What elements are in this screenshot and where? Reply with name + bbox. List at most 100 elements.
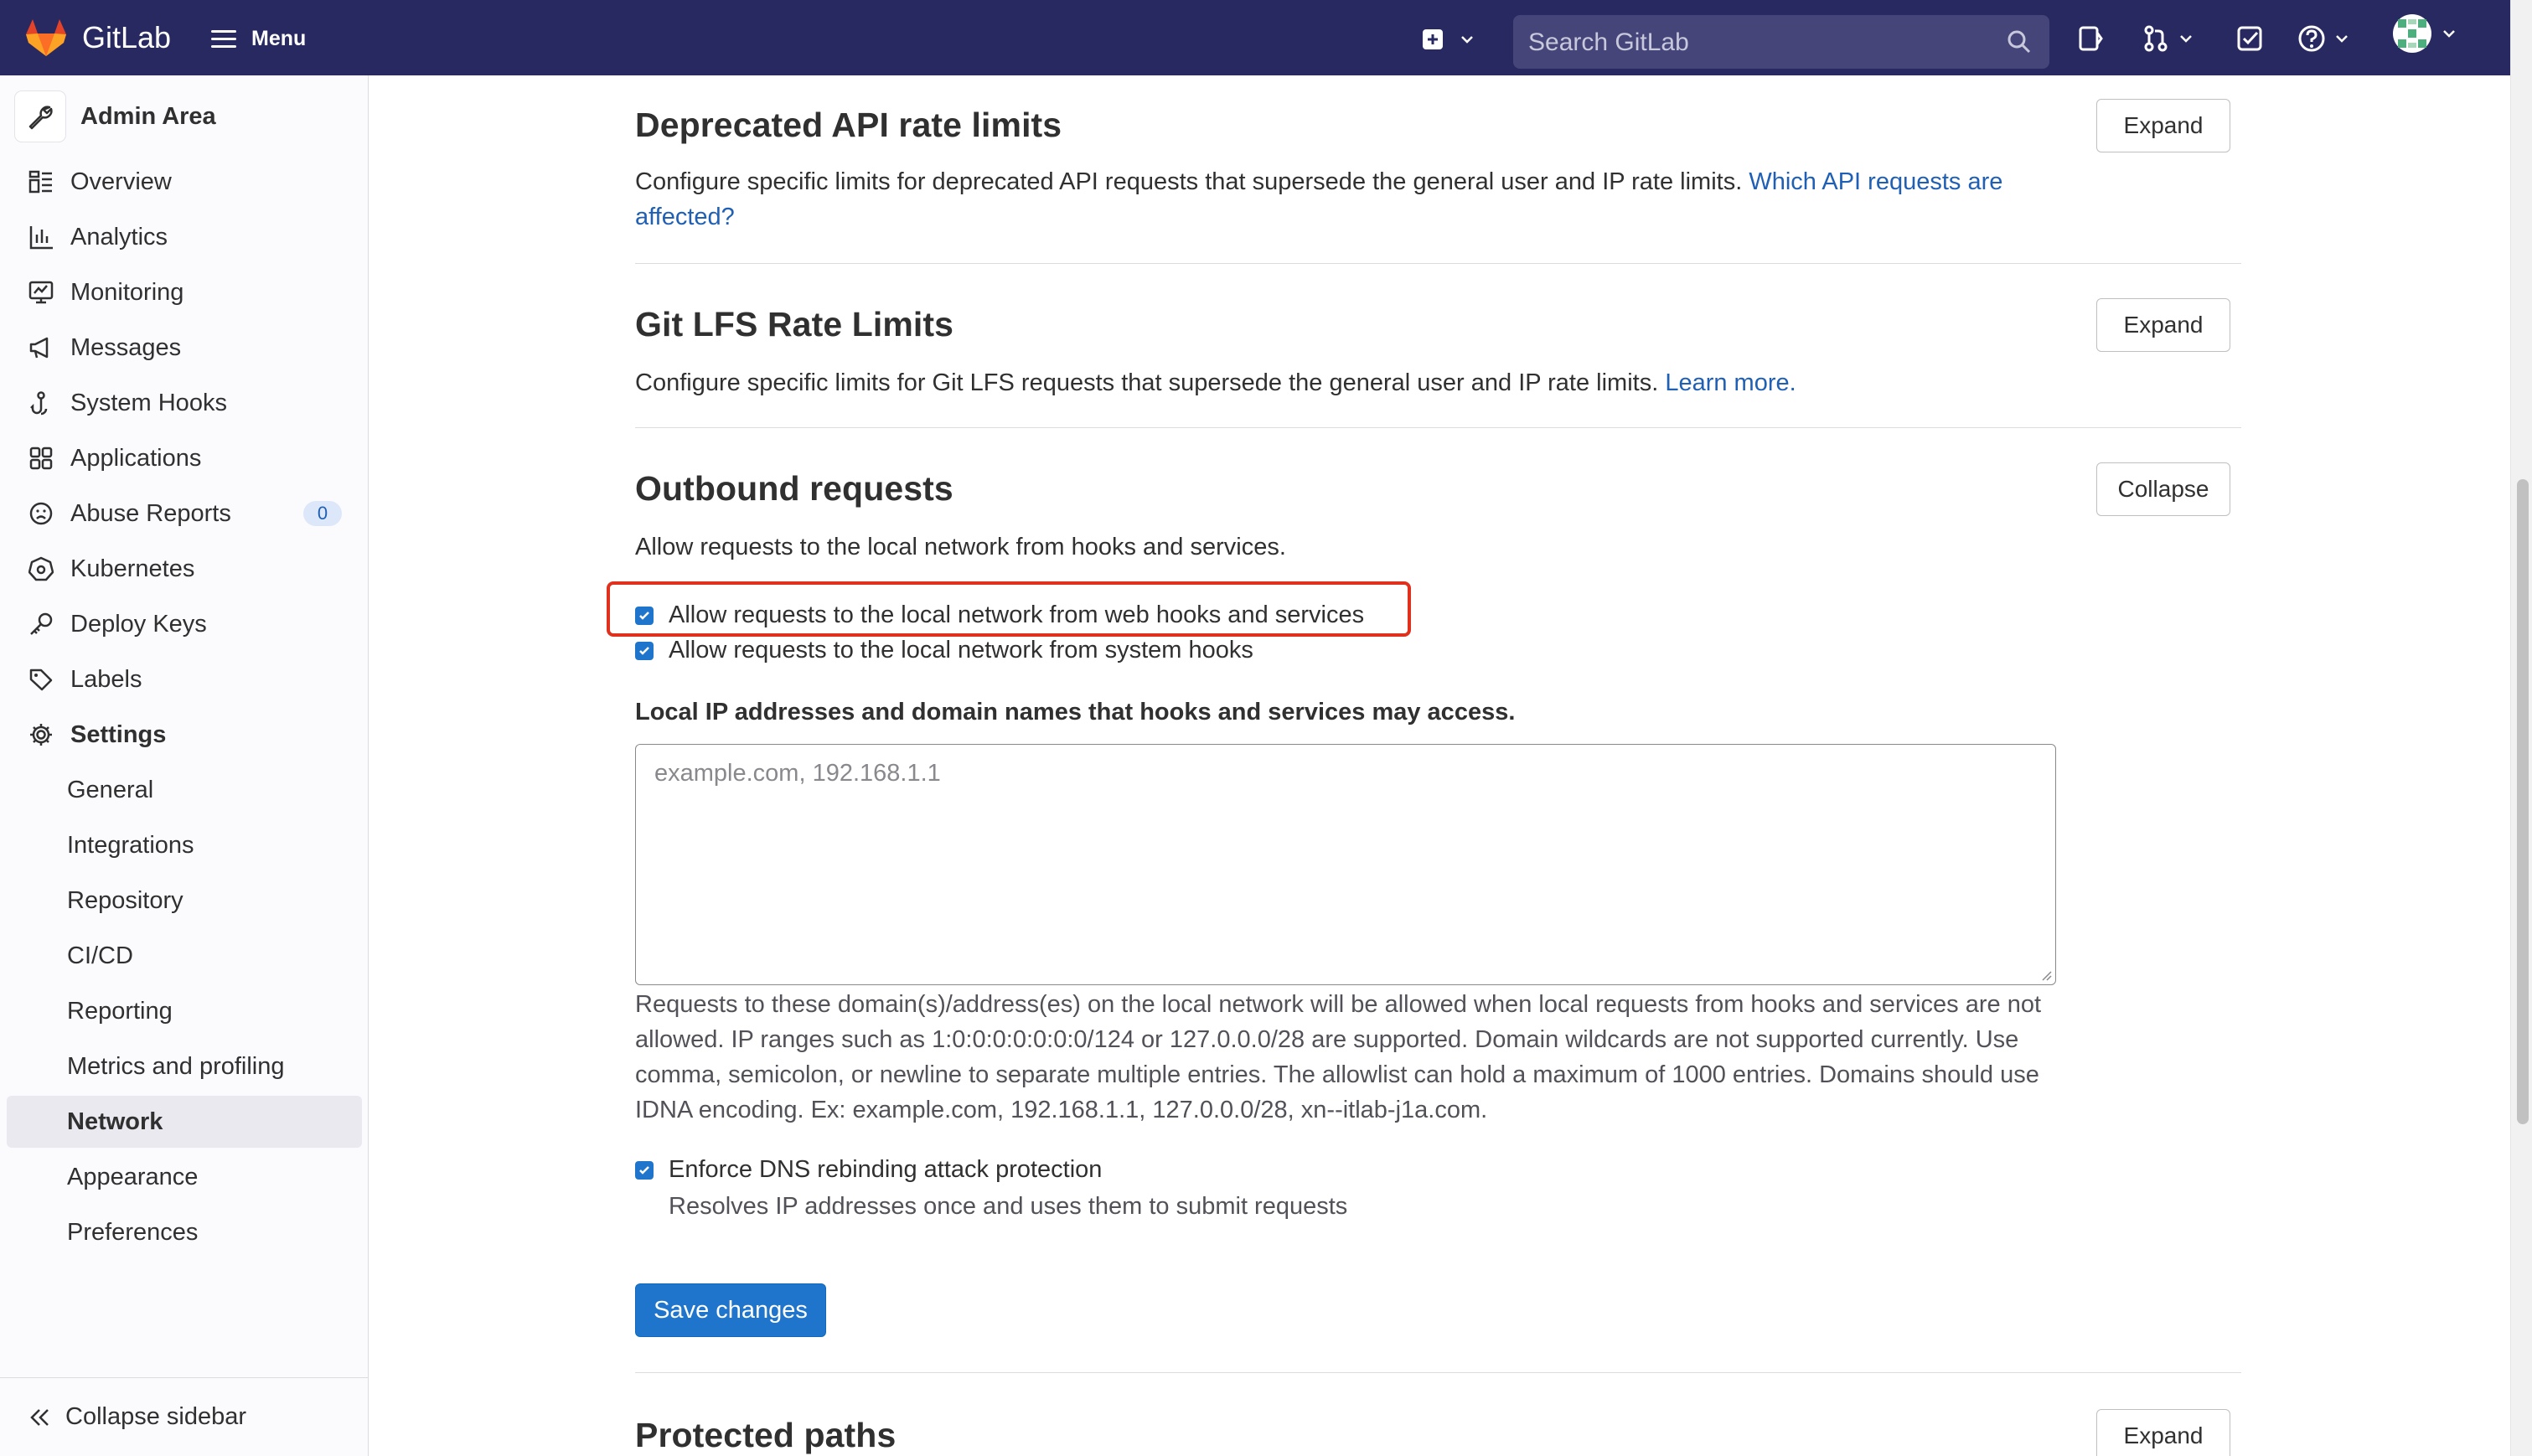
chevron-down-icon [1461, 36, 1473, 44]
sidebar-subitem-preferences[interactable]: Preferences [7, 1206, 362, 1258]
sidebar-item-deploy-keys[interactable]: Deploy Keys [7, 598, 362, 650]
sidebar-item-label: Analytics [70, 223, 168, 250]
sidebar-item-label: Messages [70, 333, 182, 361]
abuse-count-badge: 0 [303, 501, 342, 526]
sidebar-item-label: Applications [70, 444, 202, 472]
menu-button[interactable]: Menu [211, 22, 306, 55]
sidebar-item-analytics[interactable]: Analytics [7, 211, 362, 263]
sidebar-subitem-general[interactable]: General [7, 764, 362, 816]
sidebar-item-settings[interactable]: Settings [7, 709, 362, 761]
sidebar-item-overview[interactable]: Overview [7, 156, 362, 208]
sidebar-item-label: Labels [70, 665, 142, 693]
search-input[interactable]: Search GitLab [1513, 15, 2049, 69]
search-placeholder: Search GitLab [1528, 28, 1689, 56]
sidebar-item-label: Deploy Keys [70, 610, 207, 638]
allowlist-help-text: Requests to these domain(s)/address(es) … [635, 991, 2042, 1123]
sidebar-item-kubernetes[interactable]: Kubernetes [7, 543, 362, 595]
admin-sidebar: Admin Area Overview Analytics Monitoring… [0, 75, 369, 1456]
allow-system-hooks-checkbox-row[interactable]: Allow requests to the local network from… [635, 637, 1253, 664]
top-navbar: GitLab Menu Search GitLab [0, 0, 2510, 75]
sidebar-subitem-repository[interactable]: Repository [7, 875, 362, 927]
issues-icon [2079, 26, 2103, 51]
avatar [2393, 14, 2431, 53]
messages-icon [27, 333, 55, 362]
checkbox-checked[interactable] [635, 606, 654, 625]
sidebar-item-monitoring[interactable]: Monitoring [7, 266, 362, 318]
help-nav-button[interactable] [2297, 23, 2351, 54]
hamburger-icon [211, 25, 236, 53]
section-desc-outbound: Allow requests to the local network from… [635, 534, 1286, 560]
checkbox-checked[interactable] [635, 641, 654, 660]
sidebar-subitem-ci-cd[interactable]: CI/CD [7, 930, 362, 982]
abuse-icon [27, 499, 55, 528]
menu-label: Menu [251, 26, 307, 50]
merge-request-icon [2144, 25, 2168, 52]
checkbox-label: Allow requests to the local network from… [669, 637, 1253, 663]
section-title-outbound-requests: Outbound requests [635, 469, 953, 508]
sidebar-item-label: Monitoring [70, 278, 184, 306]
desc-text: Configure specific limits for deprecated… [635, 168, 1749, 195]
brand-name[interactable]: GitLab [82, 20, 171, 55]
collapse-outbound-button[interactable]: Collapse [2096, 462, 2230, 516]
checkbox-checked[interactable] [635, 1160, 654, 1180]
kubernetes-icon [27, 555, 55, 583]
sidebar-item-labels[interactable]: Labels [7, 653, 362, 705]
checkbox-label: Enforce DNS rebinding attack protection [669, 1156, 1103, 1183]
expand-deprecated-button[interactable]: Expand [2096, 99, 2230, 152]
search-icon [2008, 30, 2031, 54]
textarea-placeholder: example.com, 192.168.1.1 [654, 760, 941, 787]
dns-help-text: Resolves IP addresses once and uses them… [669, 1193, 1348, 1220]
user-menu-button[interactable] [2393, 14, 2458, 53]
collapse-sidebar-button[interactable]: Collapse sidebar [0, 1377, 369, 1456]
merge-requests-nav-button[interactable] [2142, 23, 2195, 54]
overview-icon [27, 168, 55, 196]
expand-git-lfs-button[interactable]: Expand [2096, 298, 2230, 352]
sidebar-item-abuse-reports[interactable]: Abuse Reports 0 [7, 488, 362, 540]
sidebar-subitem-network[interactable]: Network [7, 1096, 362, 1148]
checkbox-label: Allow requests to the local network from… [669, 602, 1365, 628]
gitlab-logo-icon[interactable] [25, 18, 67, 57]
learn-more-link[interactable]: Learn more. [1665, 369, 1796, 396]
todos-nav-button[interactable] [2235, 23, 2264, 54]
allowlist-textarea[interactable]: example.com, 192.168.1.1 [635, 744, 2056, 985]
sidebar-item-label: Kubernetes [70, 555, 195, 582]
sidebar-item-messages[interactable]: Messages [7, 322, 362, 374]
section-title-deprecated-api: Deprecated API rate limits [635, 106, 1062, 144]
identicon-icon [2398, 19, 2426, 48]
sidebar-subitem-integrations[interactable]: Integrations [7, 819, 362, 871]
sidebar-header-admin-area[interactable]: Admin Area [15, 90, 216, 142]
section-divider [635, 263, 2241, 264]
sidebar-item-label: Settings [70, 720, 167, 748]
chevron-down-icon [2180, 35, 2192, 43]
settings-icon [27, 720, 55, 749]
check-icon [639, 611, 649, 620]
allowlist-field-label: Local IP addresses and domain names that… [635, 699, 1516, 725]
collapse-sidebar-label: Collapse sidebar [65, 1403, 247, 1430]
check-icon [639, 646, 649, 655]
chevron-down-icon [2443, 30, 2455, 38]
desc-text: Configure specific limits for Git LFS re… [635, 369, 1666, 396]
sidebar-subitem-reporting[interactable]: Reporting [7, 985, 362, 1037]
save-changes-button[interactable]: Save changes [635, 1283, 826, 1337]
allow-web-hooks-checkbox-row[interactable]: Allow requests to the local network from… [635, 602, 1364, 629]
new-dropdown-button[interactable] [1421, 25, 1481, 54]
page-scrollbar-thumb[interactable] [2517, 479, 2529, 1124]
section-desc-git-lfs: Configure specific limits for Git LFS re… [635, 365, 2059, 400]
expand-protected-paths-button[interactable]: Expand [2096, 1409, 2230, 1456]
todo-checkbox-icon [2237, 26, 2262, 51]
issues-nav-button[interactable] [2076, 23, 2105, 54]
sidebar-item-applications[interactable]: Applications [7, 432, 362, 484]
section-title-git-lfs: Git LFS Rate Limits [635, 305, 954, 343]
chevron-down-icon [2336, 35, 2348, 43]
sidebar-item-label: Overview [70, 168, 172, 195]
resize-grip-icon[interactable] [2040, 969, 2052, 981]
section-divider [635, 427, 2241, 428]
sidebar-item-label: System Hooks [70, 389, 227, 416]
double-chevron-left-icon [27, 1405, 52, 1430]
applications-icon [27, 444, 55, 472]
sidebar-item-system-hooks[interactable]: System Hooks [7, 377, 362, 429]
sidebar-subitem-metrics-and-profiling[interactable]: Metrics and profiling [7, 1040, 362, 1092]
wrench-icon [28, 106, 53, 130]
enforce-dns-checkbox-row[interactable]: Enforce DNS rebinding attack protection [635, 1156, 1102, 1184]
sidebar-subitem-appearance[interactable]: Appearance [7, 1151, 362, 1203]
